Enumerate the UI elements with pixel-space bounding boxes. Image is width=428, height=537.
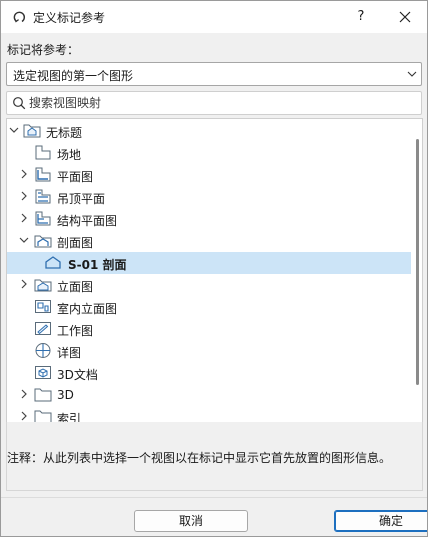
- project-folder-icon: [23, 124, 41, 138]
- tree-scrollbar[interactable]: [416, 139, 419, 385]
- folder-icon: [34, 388, 52, 402]
- floor-plan-icon: [35, 167, 51, 182]
- chevron-down-icon[interactable]: [9, 125, 19, 135]
- tree-item-label: 室内立面图: [57, 302, 118, 316]
- dialog-footer: 取消 确定: [1, 497, 427, 536]
- close-icon[interactable]: [391, 6, 419, 28]
- reference-dropdown[interactable]: 选定视图的第一个图形: [6, 62, 422, 86]
- tree-item-label: 3D: [57, 388, 74, 402]
- tree-item-3d-documents[interactable]: 3D文档: [7, 362, 411, 384]
- tree-item-sections[interactable]: 剖面图: [7, 230, 411, 252]
- tree-item-site[interactable]: 场地: [7, 142, 411, 164]
- dialog-window: 定义标记参考 ? 标记将参考： 选定视图的第一个图形 无标题: [0, 0, 428, 537]
- search-icon: [13, 97, 26, 110]
- refresh-arrow-icon: [13, 11, 26, 23]
- tree-item-s01-section[interactable]: S-01 剖面: [7, 252, 411, 274]
- section-view-icon: [45, 256, 61, 269]
- search-input[interactable]: [29, 94, 409, 111]
- reference-label: 标记将参考：: [7, 43, 80, 57]
- tree-item-label: 平面图: [57, 170, 94, 184]
- elevation-icon: [34, 279, 52, 292]
- chevron-right-icon[interactable]: [19, 191, 29, 201]
- tree-item-label: 工作图: [57, 324, 94, 338]
- detail-icon: [35, 343, 51, 358]
- search-box[interactable]: [6, 91, 422, 115]
- chevron-right-icon[interactable]: [19, 169, 29, 179]
- tree-item-label: 详图: [57, 346, 82, 360]
- tree-item-3d[interactable]: 3D: [7, 384, 411, 406]
- tree-item-interior-elevations[interactable]: 室内立面图: [7, 296, 411, 318]
- tree-item-label: S-01 剖面: [68, 258, 127, 272]
- note-text: 注释：从此列表中选择一个视图以在标记中显示它首先放置的图形信息。: [7, 451, 392, 465]
- tree-item-elevations[interactable]: 立面图: [7, 274, 411, 296]
- title-bar: 定义标记参考 ?: [1, 1, 427, 33]
- tree-item-label: 吊顶平面: [57, 192, 106, 206]
- tree-item-label: 立面图: [57, 280, 94, 294]
- chevron-right-icon[interactable]: [19, 411, 29, 421]
- view-map-tree[interactable]: 无标题 场地 平面图 吊顶平面 结构平面图 剖面图 S-01 剖面 立面图 室内…: [6, 118, 423, 423]
- reference-dropdown-value: 选定视图的第一个图形: [13, 69, 134, 83]
- folder-icon: [34, 410, 52, 423]
- ceiling-plan-icon: [35, 189, 51, 204]
- tree-item-ceiling-plans[interactable]: 吊顶平面: [7, 186, 411, 208]
- structural-plan-icon: [35, 211, 51, 226]
- interior-elevation-icon: [35, 300, 51, 313]
- 3d-document-icon: [35, 366, 51, 379]
- tree-item-structural-plans[interactable]: 结构平面图: [7, 208, 411, 230]
- tree-item-floor-plans[interactable]: 平面图: [7, 164, 411, 186]
- section-icon: [34, 235, 52, 248]
- tree-item-label: 剖面图: [57, 236, 94, 250]
- ok-button[interactable]: 确定: [334, 510, 427, 532]
- window-title: 定义标记参考: [33, 11, 106, 25]
- chevron-right-icon[interactable]: [19, 389, 29, 399]
- chevron-down-icon: [407, 71, 417, 77]
- worksheet-icon: [35, 322, 51, 335]
- help-button[interactable]: ?: [347, 6, 375, 28]
- chevron-right-icon[interactable]: [19, 279, 29, 289]
- chevron-right-icon[interactable]: [19, 213, 29, 223]
- tree-item-label: 结构平面图: [57, 214, 118, 228]
- tree-item-details[interactable]: 详图: [7, 340, 411, 362]
- tree-item-label: 场地: [57, 148, 82, 162]
- site-view-icon: [35, 145, 51, 160]
- tree-item-label: 无标题: [46, 126, 83, 140]
- tree-item-worksheets[interactable]: 工作图: [7, 318, 411, 340]
- tree-item-label: 3D文档: [57, 368, 98, 382]
- cancel-button[interactable]: 取消: [134, 510, 248, 532]
- chevron-down-icon[interactable]: [19, 235, 29, 245]
- tree-item-untitled[interactable]: 无标题: [7, 120, 411, 142]
- tree-item-index[interactable]: 索引: [7, 406, 411, 423]
